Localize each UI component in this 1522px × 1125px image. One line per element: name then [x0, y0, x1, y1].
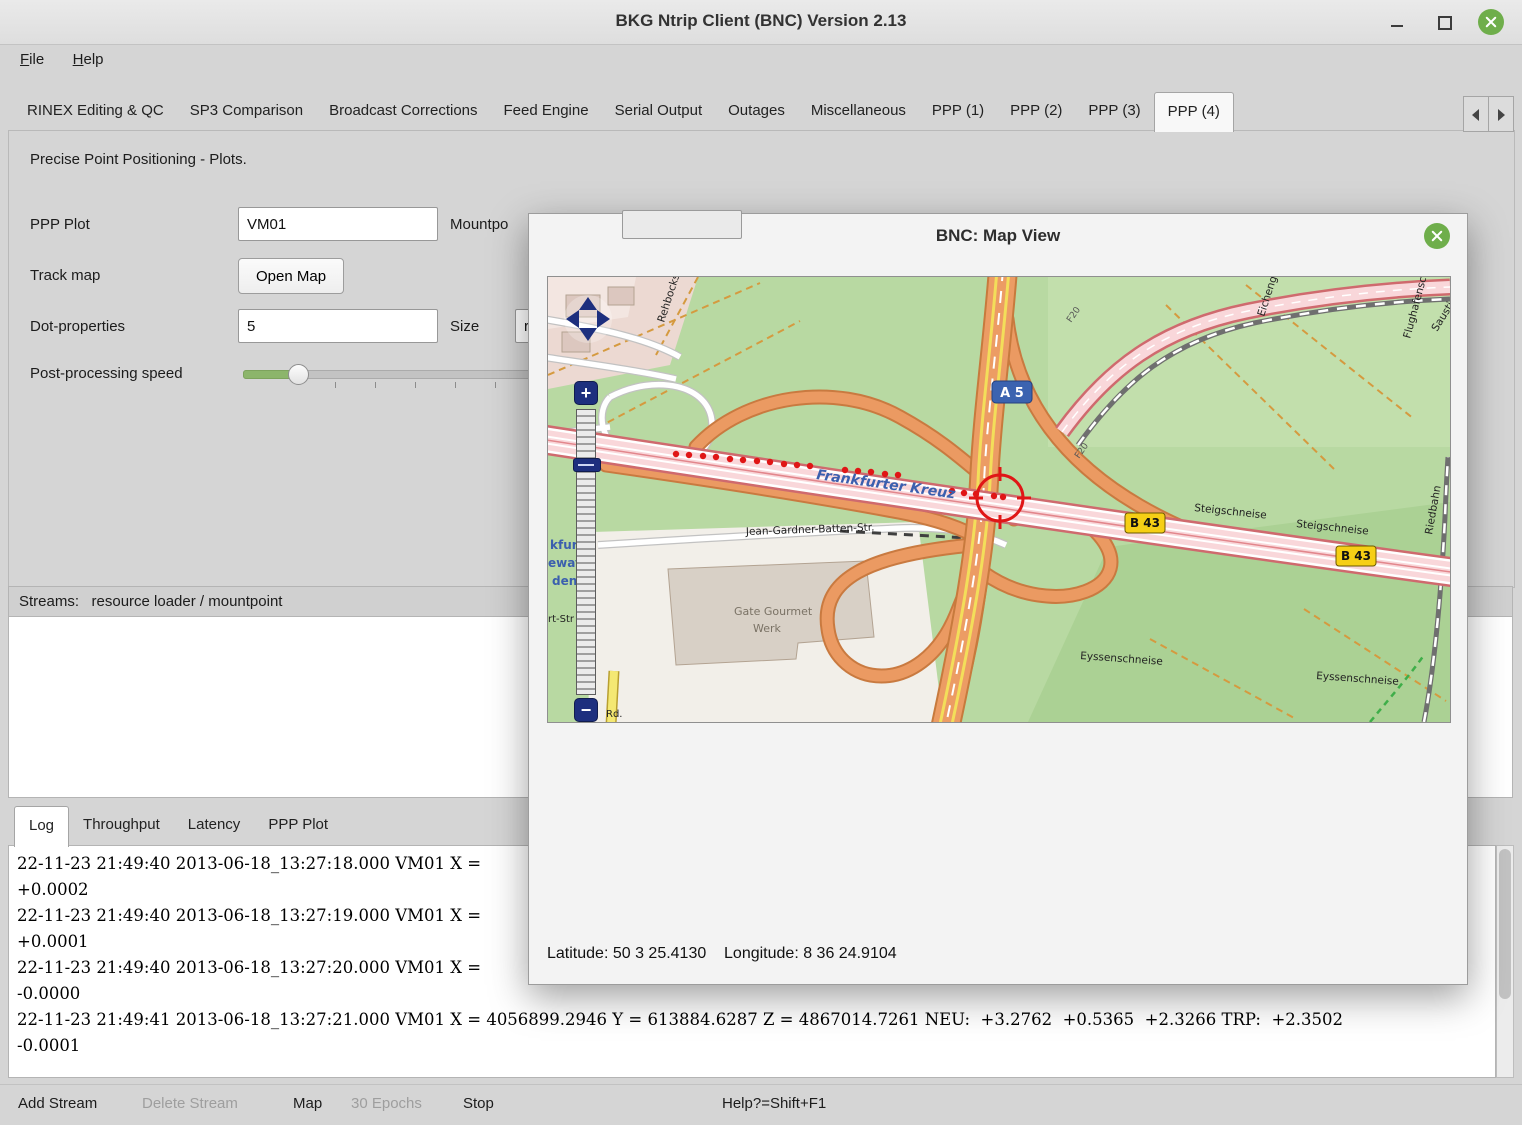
bnc-main-window: BKG Ntrip Client (BNC) Version 2.13 File…: [0, 0, 1522, 1125]
titlebar[interactable]: BKG Ntrip Client (BNC) Version 2.13: [0, 0, 1522, 45]
speed-slider-handle[interactable]: [288, 364, 309, 385]
map-button[interactable]: Map: [293, 1095, 322, 1112]
main-tabbar: RINEX Editing & QC SP3 Comparison Broadc…: [14, 94, 1234, 131]
map-canvas[interactable]: A 5 B 43 B 43 Rehbockschneise Jean-Gardn…: [547, 276, 1451, 723]
delete-stream-button: Delete Stream: [142, 1095, 238, 1112]
chevron-left-icon: [1472, 109, 1479, 121]
coordinates-readout: Latitude: 50 3 25.4130 Longitude: 8 36 2…: [547, 945, 897, 963]
log-line: 22-11-23 21:49:41 2013-06-18_13:27:21.00…: [9, 1007, 1495, 1033]
mountpoints-label: Mountpo: [450, 216, 508, 233]
tab-latency[interactable]: Latency: [174, 806, 255, 846]
label-gate-gourmet-werk: Werk: [753, 622, 782, 635]
sign-a5-text: A 5: [1000, 386, 1024, 401]
zoom-slider-handle[interactable]: [573, 458, 601, 472]
slider-tick: [455, 382, 456, 388]
sign-b43: B 43: [1336, 546, 1376, 566]
tab-scroll-right-button[interactable]: [1488, 96, 1514, 132]
zoom-slider-track[interactable]: [576, 409, 596, 695]
slider-tick: [335, 382, 336, 388]
mountpoints-combo-remnant[interactable]: [622, 210, 742, 239]
scrollbar-thumb[interactable]: [1499, 849, 1511, 999]
minimize-button[interactable]: [1384, 9, 1410, 35]
slider-tick: [375, 382, 376, 388]
sign-b43-text: B 43: [1341, 549, 1371, 563]
dialog-close-button[interactable]: [1424, 223, 1450, 249]
tab-throughput[interactable]: Throughput: [69, 806, 174, 846]
size-label: Size: [450, 318, 479, 335]
tab-feed-engine[interactable]: Feed Engine: [491, 94, 602, 131]
map-pan-control: [564, 295, 612, 343]
map-view-dialog: BNC: Map View: [528, 213, 1468, 985]
log-tabbar: Log Throughput Latency PPP Plot: [14, 806, 342, 846]
sign-a5: A 5: [992, 381, 1032, 403]
zoom-out-button[interactable]: −: [574, 698, 598, 722]
osm-map: A 5 B 43 B 43 Rehbockschneise Jean-Gardn…: [548, 277, 1450, 722]
tab-ppp-2[interactable]: PPP (2): [997, 94, 1075, 131]
tab-outages[interactable]: Outages: [715, 94, 798, 131]
pan-down-icon[interactable]: [579, 328, 597, 341]
add-stream-button[interactable]: Add Stream: [18, 1095, 97, 1112]
log-line: -0.0001: [9, 1033, 1495, 1059]
log-scrollbar[interactable]: [1496, 845, 1514, 1078]
tab-miscellaneous[interactable]: Miscellaneous: [798, 94, 919, 131]
dot-properties-label: Dot-properties: [30, 318, 125, 335]
menubar: File Help: [0, 44, 1522, 78]
panel-heading: Precise Point Positioning - Plots.: [30, 151, 247, 168]
label-fragment-rd: Rd.: [606, 709, 622, 720]
statusbar: Add Stream Delete Stream Map 30 Epochs S…: [0, 1084, 1522, 1125]
maximize-button[interactable]: [1431, 9, 1457, 35]
stop-button[interactable]: Stop: [463, 1095, 494, 1112]
menu-file[interactable]: File: [8, 44, 56, 75]
dot-size-input[interactable]: [238, 309, 438, 343]
sign-b43-text: B 43: [1130, 516, 1160, 530]
tab-ppp-plot[interactable]: PPP Plot: [254, 806, 342, 846]
tab-scroll-left-button[interactable]: [1463, 96, 1489, 132]
help-hint: Help?=Shift+F1: [722, 1095, 826, 1112]
close-button[interactable]: [1478, 9, 1504, 35]
ppp-plot-label: PPP Plot: [30, 216, 90, 233]
chevron-right-icon: [1498, 109, 1505, 121]
open-map-button[interactable]: Open Map: [238, 258, 344, 294]
tab-ppp-4[interactable]: PPP (4): [1154, 92, 1234, 132]
label-fragment-rt-str: rt-Str: [548, 614, 575, 625]
ppp-plot-input[interactable]: [238, 207, 438, 241]
pan-right-icon[interactable]: [597, 310, 610, 328]
tab-broadcast-corrections[interactable]: Broadcast Corrections: [316, 94, 490, 131]
minimize-icon: [1391, 25, 1403, 27]
track-map-label: Track map: [30, 267, 100, 284]
window-title: BKG Ntrip Client (BNC) Version 2.13: [0, 11, 1522, 31]
pan-up-icon[interactable]: [579, 297, 597, 310]
slider-tick: [495, 382, 496, 388]
tab-log[interactable]: Log: [14, 806, 69, 847]
tab-rinex-editing-qc[interactable]: RINEX Editing & QC: [14, 94, 177, 131]
tab-ppp-1[interactable]: PPP (1): [919, 94, 997, 131]
tab-ppp-3[interactable]: PPP (3): [1075, 94, 1153, 131]
tab-serial-output[interactable]: Serial Output: [602, 94, 716, 131]
menu-help[interactable]: Help: [61, 44, 116, 75]
post-processing-speed-label: Post-processing speed: [30, 365, 183, 382]
label-gate-gourmet: Gate Gourmet: [734, 605, 813, 618]
epochs-button: 30 Epochs: [351, 1095, 422, 1112]
zoom-in-button[interactable]: +: [574, 381, 598, 405]
slider-tick: [415, 382, 416, 388]
sign-b43: B 43: [1125, 513, 1165, 533]
maximize-icon: [1438, 16, 1452, 30]
pan-left-icon[interactable]: [566, 310, 579, 328]
tab-sp3-comparison[interactable]: SP3 Comparison: [177, 94, 316, 131]
